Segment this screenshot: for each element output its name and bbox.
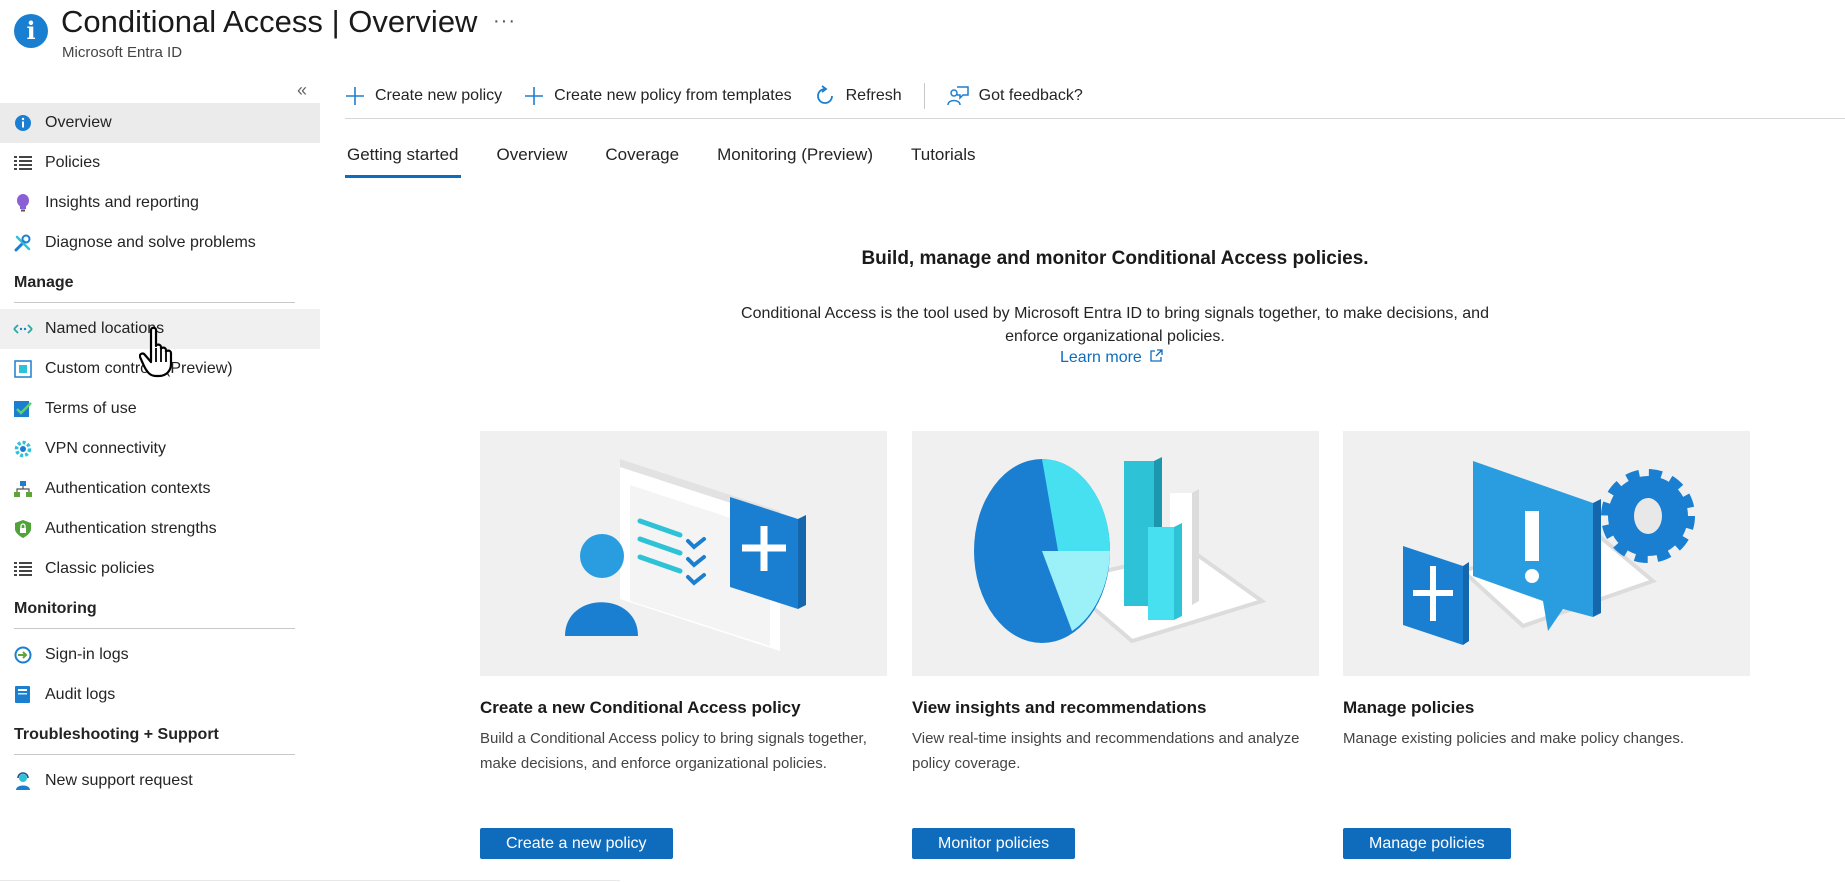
- sidebar-item-classic-policies[interactable]: Classic policies: [0, 549, 320, 589]
- info-icon: [13, 113, 33, 133]
- book-icon: [13, 685, 33, 705]
- sidebar-item-label: Authentication contexts: [45, 480, 211, 497]
- card-description: View real-time insights and recommendati…: [912, 730, 1300, 772]
- sidebar-item-audit-logs[interactable]: Audit logs: [0, 675, 320, 715]
- bottom-divider: [0, 880, 620, 881]
- more-options-button[interactable]: ···: [493, 10, 516, 33]
- learn-more-label: Learn more: [1060, 349, 1142, 366]
- sidebar-item-label: Authentication strengths: [45, 520, 217, 537]
- info-icon: i: [14, 14, 48, 48]
- card-title: Manage policies: [1343, 698, 1475, 717]
- sidebar-item-label: VPN connectivity: [45, 440, 166, 457]
- create-new-policy-label: Create new policy: [375, 87, 503, 104]
- collapse-sidebar-button[interactable]: «: [297, 80, 307, 101]
- manage-policies-button[interactable]: Manage policies: [1343, 828, 1511, 859]
- plus-icon: [345, 86, 365, 106]
- tab-bar: Getting started Overview Coverage Monito…: [345, 140, 1012, 178]
- create-new-policy-button[interactable]: Create new policy: [345, 86, 502, 106]
- list-icon: [13, 559, 33, 579]
- hero-description: Conditional Access is the tool used by M…: [741, 305, 1489, 345]
- shield-lock-icon: [13, 519, 33, 539]
- card-title: View insights and recommendations: [912, 698, 1207, 717]
- list-icon: [13, 153, 33, 173]
- tab-tutorials[interactable]: Tutorials: [909, 140, 978, 178]
- sidebar-item-vpn-connectivity[interactable]: VPN connectivity: [0, 429, 320, 469]
- monitor-policies-button[interactable]: Monitor policies: [912, 828, 1076, 859]
- create-policy-illustration: [480, 431, 887, 676]
- wrench-icon: [13, 233, 33, 253]
- sidebar-item-label: Sign-in logs: [45, 646, 129, 663]
- tab-coverage[interactable]: Coverage: [603, 140, 681, 178]
- page-header: i Conditional Access | Overview ··· Micr…: [0, 0, 1845, 70]
- sidebar-item-label: Diagnose and solve problems: [45, 234, 256, 251]
- hero-title: Build, manage and monitor Conditional Ac…: [861, 248, 1369, 269]
- learn-more-link[interactable]: Learn more: [1060, 349, 1163, 367]
- sidebar-item-terms-of-use[interactable]: Terms of use: [0, 389, 320, 429]
- refresh-label: Refresh: [845, 87, 902, 104]
- section-heading-troubleshooting: Troubleshooting + Support: [0, 715, 320, 755]
- tab-getting-started[interactable]: Getting started: [345, 140, 461, 178]
- page-subtitle: Microsoft Entra ID: [62, 44, 183, 61]
- tab-overview[interactable]: Overview: [495, 140, 570, 178]
- hierarchy-icon: [13, 479, 33, 499]
- plus-icon: [524, 86, 544, 106]
- sidebar-item-label: Audit logs: [45, 686, 116, 703]
- feedback-icon: [946, 85, 969, 107]
- support-person-icon: [13, 771, 33, 791]
- checklist-icon: [13, 399, 33, 419]
- sidebar-item-label: Insights and reporting: [45, 194, 199, 211]
- sidebar-item-policies[interactable]: Policies: [0, 143, 320, 183]
- refresh-icon: [814, 85, 836, 107]
- insights-illustration: [912, 431, 1319, 676]
- external-link-icon: [1150, 349, 1163, 367]
- title-main: Conditional Access: [61, 4, 323, 39]
- sidebar-item-overview[interactable]: Overview: [0, 103, 320, 143]
- sidebar-item-sign-in-logs[interactable]: Sign-in logs: [0, 635, 320, 675]
- create-a-new-policy-button[interactable]: Create a new policy: [480, 828, 673, 859]
- got-feedback-label: Got feedback?: [978, 87, 1083, 104]
- sidebar-item-label: New support request: [45, 772, 193, 789]
- sidebar-item-authentication-strengths[interactable]: Authentication strengths: [0, 509, 320, 549]
- create-from-templates-button[interactable]: Create new policy from templates: [524, 86, 792, 106]
- refresh-button[interactable]: Refresh: [814, 85, 902, 107]
- card-manage-policies: Manage policies Manage existing policies…: [1343, 431, 1750, 859]
- signin-icon: [13, 645, 33, 665]
- toolbar-divider: [923, 83, 925, 109]
- sidebar-item-authentication-contexts[interactable]: Authentication contexts: [0, 469, 320, 509]
- sidebar-item-new-support-request[interactable]: New support request: [0, 761, 320, 801]
- sidebar-item-diagnose[interactable]: Diagnose and solve problems: [0, 223, 320, 263]
- gear-icon: [13, 439, 33, 459]
- location-icon: [13, 319, 33, 339]
- section-heading-manage: Manage: [0, 263, 320, 303]
- page-title: Conditional Access | Overview: [61, 4, 477, 40]
- card-description: Build a Conditional Access policy to bri…: [480, 730, 867, 772]
- manage-policies-illustration: [1343, 431, 1750, 676]
- card-create-policy: Create a new Conditional Access policy B…: [480, 431, 887, 859]
- card-title: Create a new Conditional Access policy: [480, 698, 801, 717]
- custom-controls-icon: [13, 359, 33, 379]
- command-bar: Create new policy Create new policy from…: [345, 78, 1105, 114]
- sidebar-item-insights[interactable]: Insights and reporting: [0, 183, 320, 223]
- section-heading-monitoring: Monitoring: [0, 589, 320, 629]
- sidebar-item-label: Policies: [45, 154, 101, 171]
- hand-cursor-icon: [138, 326, 177, 383]
- sidebar-item-label: Classic policies: [45, 560, 155, 577]
- got-feedback-button[interactable]: Got feedback?: [946, 85, 1083, 107]
- card-view-insights: View insights and recommendations View r…: [912, 431, 1319, 859]
- sidebar-item-label: Overview: [45, 114, 112, 131]
- toolbar-divider-line: [345, 118, 1845, 119]
- create-from-templates-label: Create new policy from templates: [554, 87, 792, 104]
- lightbulb-icon: [13, 193, 33, 213]
- sidebar: Overview Policies Insights and reporting…: [0, 103, 320, 801]
- tab-monitoring-preview[interactable]: Monitoring (Preview): [715, 140, 875, 178]
- sidebar-item-label: Terms of use: [45, 400, 137, 417]
- title-section: Overview: [348, 4, 478, 39]
- title-separator: |: [331, 4, 340, 39]
- card-description: Manage existing policies and make policy…: [1343, 730, 1685, 747]
